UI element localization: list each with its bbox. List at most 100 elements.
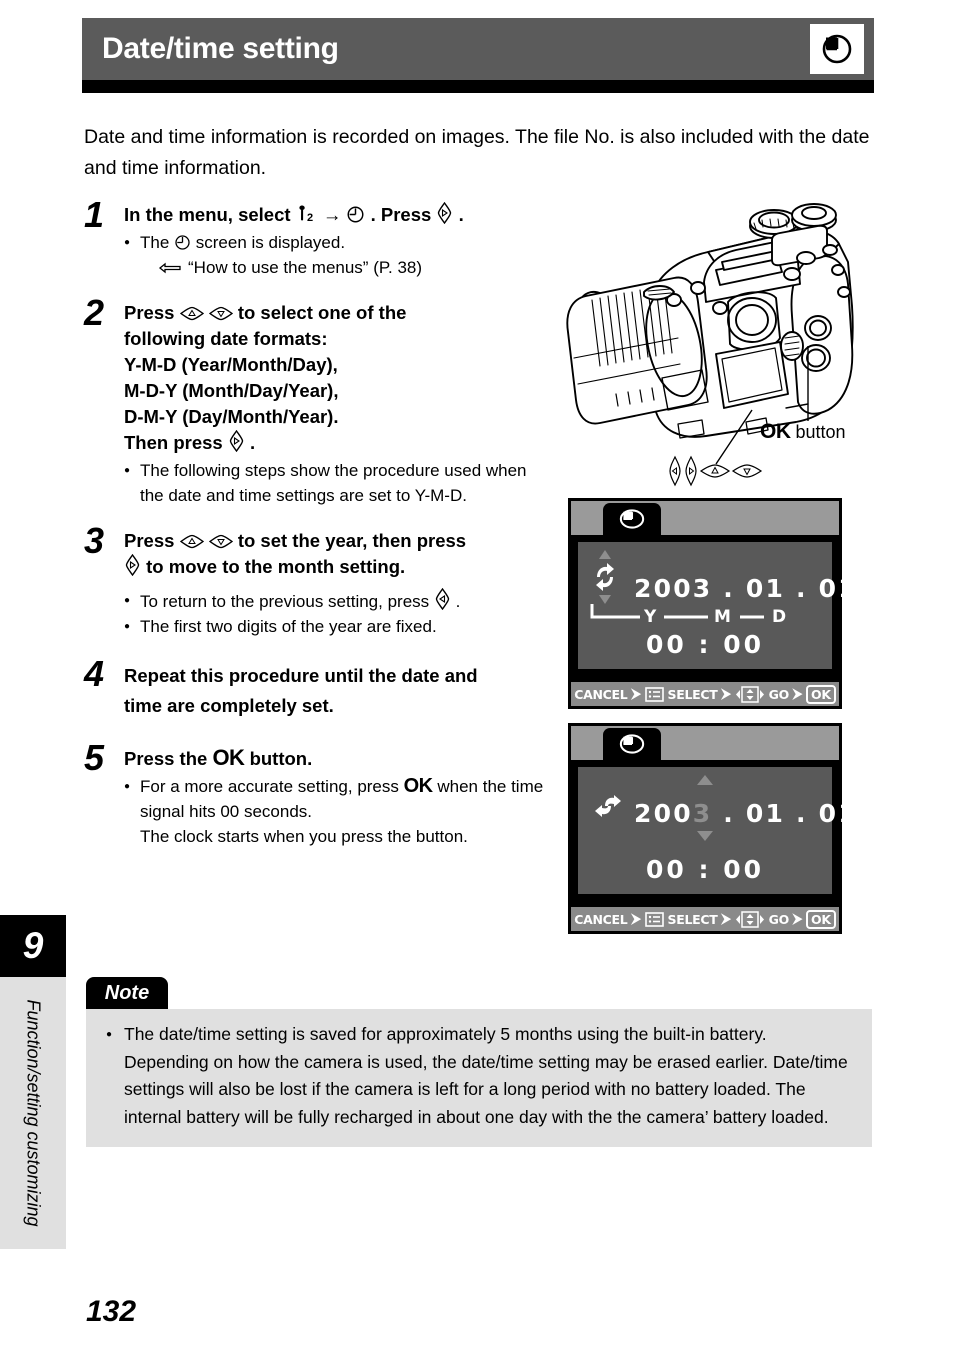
lcd-2-date-after: . 01 . 01: [712, 799, 858, 828]
step-1-number: 1: [84, 194, 105, 235]
lcd-2-arrow-1: ⮞: [631, 911, 641, 927]
dpad-up-icon: [179, 533, 204, 550]
note-tab-label: Note: [86, 977, 168, 1009]
arrow-pad-callout: [665, 455, 765, 487]
lcd-2-arrow-3: ⮞: [792, 911, 803, 927]
step-4-heading: Repeat this procedure until the date and…: [124, 661, 546, 721]
step-5-bullet-1-pre: For a more accurate setting, press: [140, 777, 399, 796]
step-5-heading-pre: Press the: [124, 748, 208, 769]
lcd-1-cancel-label: CANCEL: [574, 686, 628, 702]
step-1-reference-text: “How to use the menus” (P. 38): [188, 258, 423, 277]
step-1-heading-mid: . Press: [370, 204, 432, 225]
ok-button-callout: OK button: [760, 420, 846, 444]
step-4-heading-line-2: time are completely set.: [124, 695, 334, 716]
lcd-2-date-before: 200: [634, 799, 693, 828]
lcd-1-arrow-3: ⮞: [792, 686, 803, 702]
lcd-1-clock-tab[interactable]: [603, 503, 661, 535]
note-text: The date/time setting is saved for appro…: [106, 1021, 854, 1131]
svg-text:D: D: [772, 607, 786, 626]
dpad-down-icon: [208, 305, 233, 322]
chapter-number: 9: [0, 915, 66, 977]
chapter-title: Function/setting customizing: [23, 999, 44, 1227]
step-3-heading-line2-text: to move to the month setting.: [146, 556, 406, 577]
clock-icon: [617, 507, 647, 531]
lcd-2-date-active-digit[interactable]: 3: [693, 799, 713, 828]
lcd-2-clock-tab[interactable]: [603, 728, 661, 760]
wrench-2-icon: 2: [296, 202, 318, 224]
step-2-number: 2: [84, 292, 105, 333]
step-2: 2 Press to select one of the following d…: [84, 292, 546, 508]
step-1-heading: In the menu, select 2 → . Press .: [124, 202, 546, 228]
lcd-2-topbar: [571, 726, 839, 760]
dpad-cluster-icon: [735, 910, 765, 928]
step-1-heading-post: .: [458, 204, 464, 225]
step-2-heading-line-5: D-M-Y (Day/Month/Year).: [124, 406, 339, 427]
lcd-1-ok-badge[interactable]: OK: [806, 684, 836, 704]
step-5: 5 Press the OK button. For a more accura…: [84, 740, 546, 849]
camera-illustration: [556, 196, 952, 496]
lcd-2-up-arrow-icon: [696, 773, 714, 791]
step-2-heading-line-4: M-D-Y (Month/Day/Year),: [124, 380, 339, 401]
step-2-final-pre: Then press: [124, 432, 223, 453]
step-2-heading-line-3: Y-M-D (Year/Month/Day),: [124, 354, 338, 375]
step-5-bullet-2: The clock starts when you press the butt…: [140, 827, 468, 846]
page-number: 132: [86, 1295, 137, 1328]
step-2-bullet-1: The following steps show the procedure u…: [124, 458, 546, 508]
step-5-bullet-1: For a more accurate setting, press OK wh…: [124, 774, 546, 824]
ok-button-callout-rest: button: [790, 422, 846, 442]
lcd-1-date-value: 2003 . 01 . 01: [634, 574, 858, 603]
step-1-cross-reference: “How to use the menus” (P. 38): [124, 255, 546, 280]
lcd-1-time-value: 00 : 00: [646, 630, 764, 659]
dpad-right-icon: [124, 554, 141, 576]
header-clock-icon-box: [810, 24, 864, 74]
step-4-heading-line-1: Repeat this procedure until the date and: [124, 665, 478, 686]
dpad-cluster-icon: [735, 685, 765, 703]
step-3-number: 3: [84, 520, 105, 561]
step-3-heading-line-2: to move to the month setting.: [124, 554, 546, 580]
clock-icon: [820, 32, 854, 66]
dpad-right-icon: [228, 430, 245, 452]
lcd-1-go-label: GO: [768, 686, 790, 702]
step-4: 4 Repeat this procedure until the date a…: [84, 656, 546, 721]
lcd-1-bottombar: CANCEL ⮞ SELECT ⮞ GO ⮞ OK: [571, 682, 839, 706]
lcd-2-time-value: 00 : 00: [646, 855, 764, 884]
lcd-1-ymd-row: Y M D: [578, 600, 832, 631]
step-3-heading-post: to set the year, then press: [237, 530, 467, 551]
step-5-bullet-ok-label: OK: [403, 775, 434, 797]
dpad-right-icon: [436, 202, 453, 224]
step-5-ok-label: OK: [212, 745, 245, 770]
step-1-bullet-1: The screen is displayed.: [124, 230, 546, 255]
lcd-1-date-row: 2003 . 01 . 01: [578, 574, 856, 603]
lcd-2-arrow-2: ⮞: [721, 911, 731, 927]
lcd-2-cancel-label: CANCEL: [574, 911, 628, 927]
header-rule: [82, 80, 874, 93]
menu-list-icon: [644, 686, 664, 702]
step-2-heading: Press to select one of the following dat…: [124, 300, 546, 456]
lcd-1-topbar: [571, 501, 839, 535]
lcd-1-display: 2003 . 01 . 01 Y M D 00 : 00: [578, 542, 856, 669]
dpad-down-icon: [208, 533, 233, 550]
step-3-bullet-2: The first two digits of the year are fix…: [124, 614, 546, 639]
lcd-2-ok-badge[interactable]: OK: [806, 909, 836, 929]
clock-icon: [174, 234, 191, 251]
step-2-heading-line-2: following date formats:: [124, 328, 328, 349]
note-box: The date/time setting is saved for appro…: [86, 1009, 872, 1147]
lcd-1-select-label: SELECT: [667, 686, 718, 702]
lcd-2-go-label: GO: [768, 911, 790, 927]
step-2-heading-pre: Press: [124, 302, 175, 323]
lcd-screen-2: 2003 . 01 . 01 00 : 00 CANCEL ⮞ SELECT: [568, 723, 856, 934]
svg-text:Y: Y: [643, 607, 657, 626]
step-1-bullet-1-pre: The: [140, 233, 170, 252]
lcd-1-arrow-1: ⮞: [631, 686, 641, 702]
step-1-bullet-1-post: screen is displayed.: [195, 233, 346, 252]
lcd-2-display: 200 3 . 01 . 01 00 : 00: [578, 767, 856, 894]
lcd-2-down-arrow-icon: [696, 829, 714, 847]
svg-text:M: M: [714, 607, 731, 626]
clock-icon: [346, 205, 365, 224]
svg-text:2: 2: [307, 212, 313, 224]
step-2-heading-final: Then press .: [124, 430, 546, 456]
ok-button-callout-bold: OK: [760, 420, 791, 443]
pointing-hand-icon: [158, 260, 182, 276]
step-3-bullet-1: To return to the previous setting, press…: [124, 588, 546, 614]
intro-paragraph: Date and time information is recorded on…: [84, 126, 870, 179]
